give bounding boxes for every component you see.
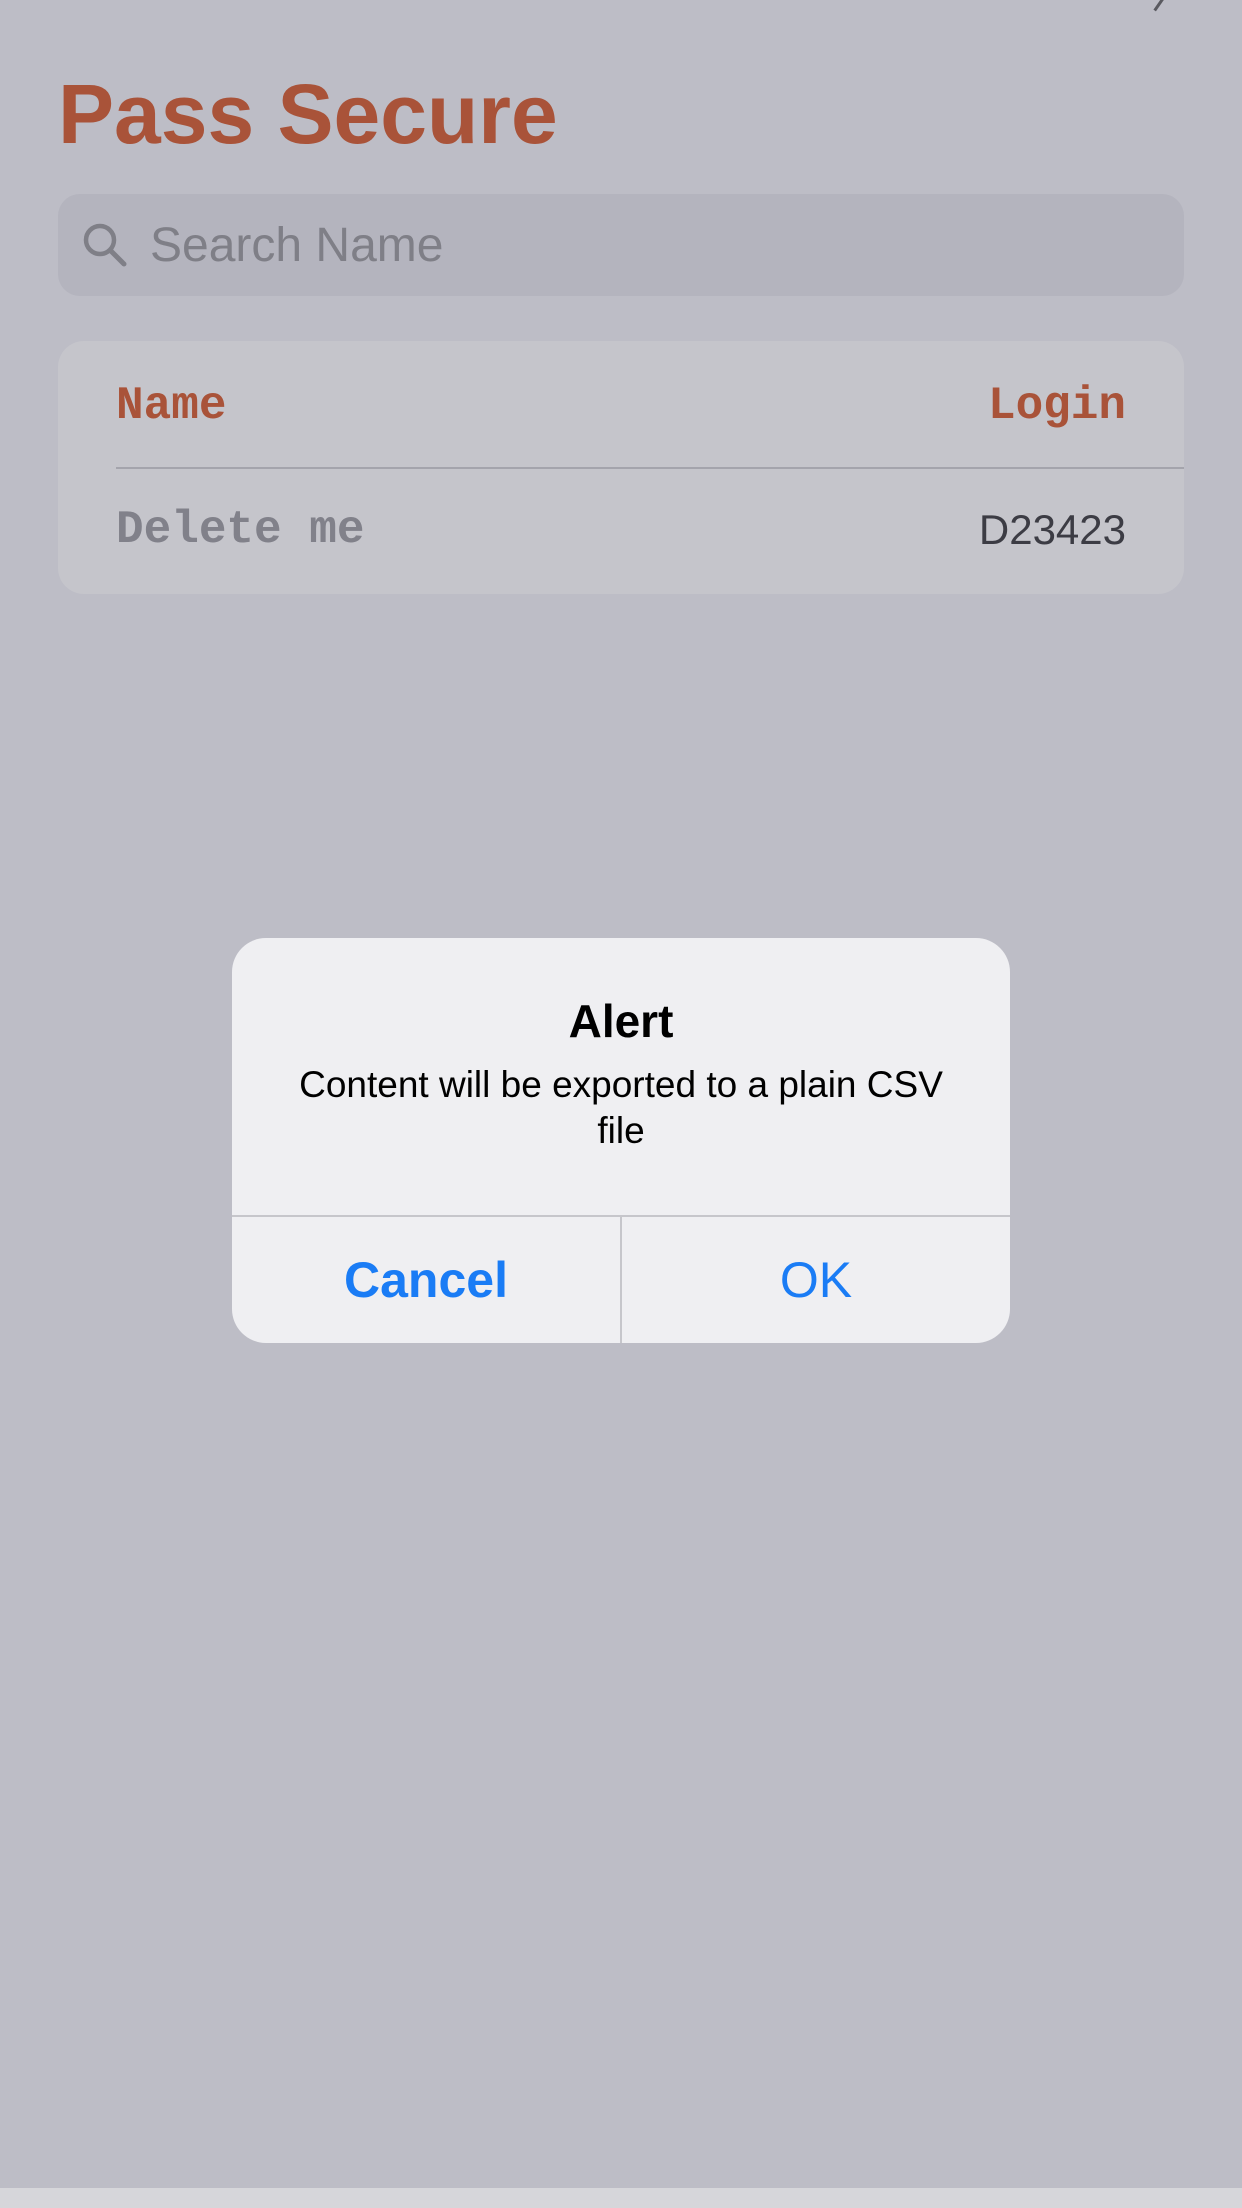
alert-title: Alert [568,995,674,1047]
ok-button[interactable]: OK [622,1217,1010,1343]
alert-dialog: Alert Content will be exported to a plai… [232,938,1010,1343]
cancel-button[interactable]: Cancel [232,1217,620,1343]
status-indicator-icon [1137,0,1164,12]
home-indicator-area [0,2188,1242,2208]
alert-message: Content will be exported to a plain CSV … [299,1064,943,1151]
